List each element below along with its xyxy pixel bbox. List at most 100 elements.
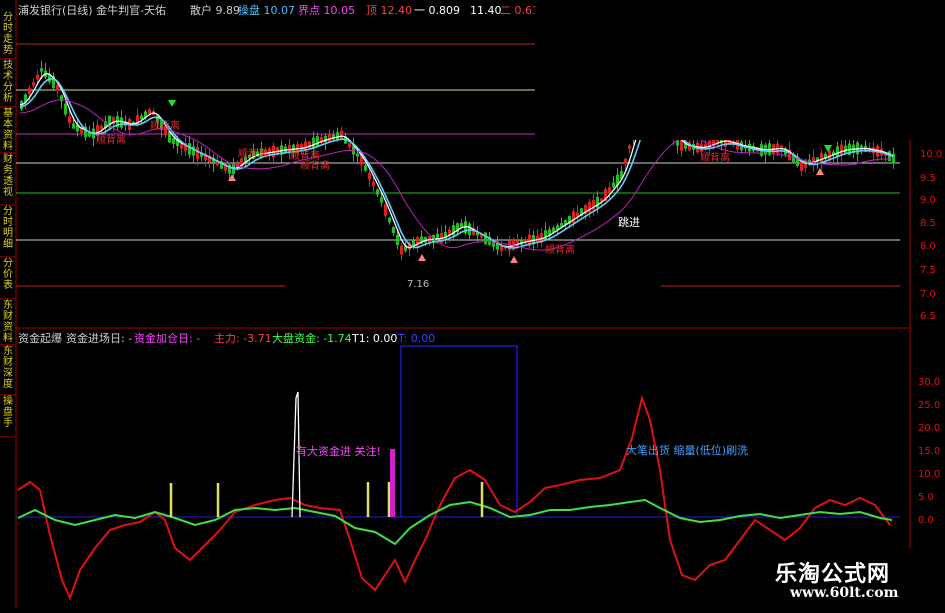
indicator-value: 界点 10.05 (298, 4, 355, 17)
candle-body (340, 130, 343, 140)
price-tick: 8.5 (920, 218, 936, 229)
price-tick: 8.0 (920, 241, 936, 252)
watermark-name: 乐淘公式网 (775, 562, 891, 587)
down-arrow-icon (168, 100, 176, 107)
candle-body (32, 82, 35, 86)
candle-body (356, 153, 359, 157)
candle-body (484, 232, 487, 245)
divergence-tag: 顺背离 (545, 245, 575, 256)
candle-body (56, 84, 59, 91)
divergence-tag: 顺背离 (238, 149, 268, 160)
sidebar-tab[interactable]: 技术分析 (0, 60, 16, 107)
sidebar-tab[interactable]: 分价表 (0, 258, 16, 299)
candle-body (140, 115, 143, 120)
indicator-value: T1: 0.00 (352, 332, 398, 345)
candle-body (612, 182, 615, 188)
indicator-tick: 5.0 (918, 492, 934, 503)
candle-body (148, 109, 151, 114)
candle-body (384, 204, 387, 216)
candle-body (188, 143, 191, 155)
candle-body (172, 138, 175, 144)
watermark-url: www.60lt.com (790, 585, 899, 601)
sidebar-tab[interactable]: 财务透视 (0, 154, 16, 205)
candle-body (368, 172, 371, 180)
indicator-tick: 0.0 (918, 515, 934, 526)
up-arrow-icon (418, 254, 426, 261)
divergence-tag: 顺背离 (96, 135, 126, 146)
indicator-value: 操盘 10.07 (238, 4, 295, 17)
indicator-value: 资金进场日: - (66, 332, 133, 345)
indicator-value: 主力: -3.71 (214, 332, 272, 345)
candle-body (840, 144, 843, 156)
up-arrow-icon (510, 256, 518, 263)
price-tick: 9.5 (920, 173, 936, 184)
candle-body (388, 217, 391, 223)
candle-body (828, 150, 831, 160)
candle-body (72, 123, 75, 129)
indicator-tick: 20.0 (918, 423, 941, 434)
candle-body (460, 223, 463, 227)
candle-body (892, 153, 895, 164)
divergence-tag: 顺背离 (290, 151, 320, 162)
candle-body (608, 187, 611, 193)
lower-chart-title: 资金起爆 (18, 332, 62, 345)
candle-body (328, 133, 331, 143)
upper-chart-title: 浦发银行(日线) 金牛判官-天佑 (18, 4, 167, 17)
indicator-value: T: 0.00 (398, 332, 436, 345)
candle-body (100, 125, 103, 130)
candle-body (60, 95, 63, 102)
indicator-value: 一 0.809 (414, 4, 460, 17)
candle-body (28, 87, 31, 95)
candle-body (336, 132, 339, 140)
candle-body (196, 147, 199, 159)
candle-body (348, 143, 351, 147)
candle-body (120, 117, 123, 128)
divergence-tag: 顺背离 (700, 153, 730, 164)
candle-body (372, 181, 375, 187)
sidebar-tab[interactable]: 操盘手 (0, 396, 16, 437)
candle-body (596, 196, 599, 208)
sell-note: 大笔出货 缩量(低位)刷洗 (626, 444, 749, 457)
candle-body (40, 68, 43, 72)
candle-body (192, 146, 195, 156)
sidebar-tab[interactable]: 东财深度 (0, 346, 16, 395)
sidebar-tab[interactable]: 分时明细 (0, 206, 16, 257)
buy-note: 有大资金进 关注! (296, 445, 381, 458)
candle-body (812, 157, 815, 165)
sidebar-tab[interactable]: 东财资料 (0, 300, 16, 345)
candle-body (624, 158, 627, 164)
candle-body (508, 240, 511, 251)
indicator-value: 顶 12.40 (366, 4, 412, 17)
t-line (395, 345, 530, 518)
candle-body (628, 145, 631, 149)
jump-label: 跳进 (618, 216, 640, 229)
sidebar-tab[interactable]: 基本资料 (0, 108, 16, 153)
price-tick: 7.5 (920, 265, 936, 276)
price-tick: 9.0 (920, 195, 936, 206)
sidebar-tab[interactable]: 分时走势 (0, 12, 16, 59)
market-funds-line (17, 498, 893, 546)
indicator-tick: 25.0 (918, 400, 941, 411)
candle-body (64, 103, 67, 115)
price-tick: 6.5 (920, 311, 936, 322)
candle-body (376, 189, 379, 195)
candle-body (588, 201, 591, 213)
candle-body (400, 245, 403, 255)
redaction-box-top (535, 0, 945, 140)
indicator-tick: 30.0 (918, 377, 941, 388)
candle-body (392, 227, 395, 233)
candle-body (396, 234, 399, 246)
redaction-box: 7.16 (285, 279, 661, 326)
price-tick: 7.0 (920, 289, 936, 300)
candle-body (364, 165, 367, 171)
candle-body (836, 146, 839, 157)
indicator-tick: 10.0 (918, 469, 941, 480)
low-price-label: 7.16 (407, 279, 430, 290)
candle-body (36, 74, 39, 80)
price-tick: 10.0 (920, 149, 943, 160)
indicator-tick: 15.0 (918, 446, 941, 457)
indicator-value: 大盘资金: -1.74 (272, 332, 352, 345)
add-position-bar (390, 449, 395, 517)
indicator-value: 11.40 (470, 4, 502, 17)
up-arrow-icon (816, 168, 824, 175)
